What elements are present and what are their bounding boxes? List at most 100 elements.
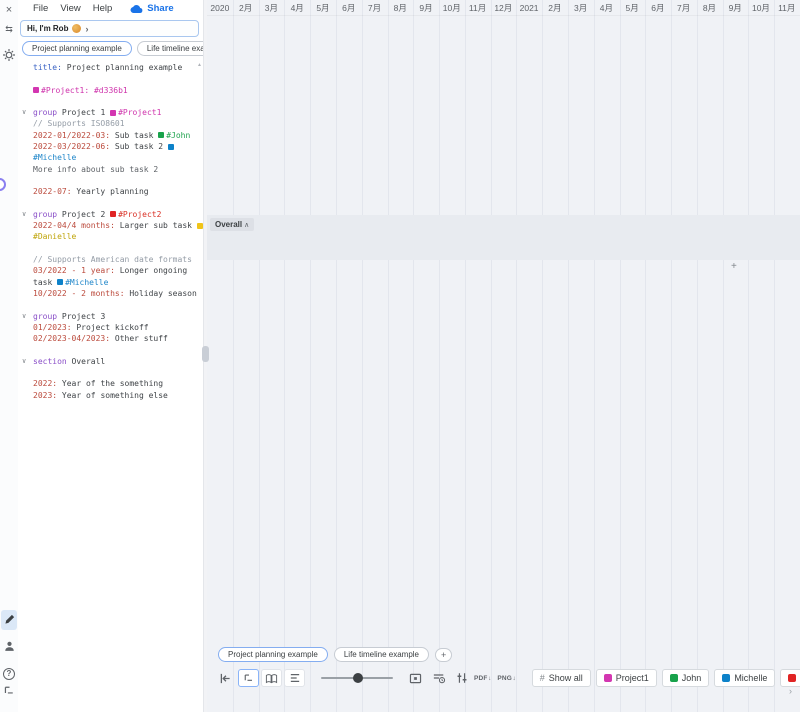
edit-pencil-icon[interactable] bbox=[1, 610, 17, 630]
tab-project-planning-example[interactable]: Project planning example bbox=[218, 647, 328, 662]
code-token: // Supports ISO8601 bbox=[33, 119, 125, 128]
code-token: group bbox=[33, 108, 62, 117]
peek-avatar-badge[interactable] bbox=[0, 178, 6, 191]
view-timeline-button[interactable] bbox=[238, 669, 259, 687]
month-label: 3月 bbox=[568, 0, 594, 15]
question-mark-glyph: ? bbox=[3, 668, 15, 680]
app-window: × ⇆ ? bbox=[0, 0, 800, 712]
editor-line[interactable] bbox=[18, 96, 203, 107]
editor-line[interactable]: 2022: Year of the something bbox=[18, 378, 203, 389]
menu-item-view[interactable]: View bbox=[60, 3, 80, 14]
download-pdf-button[interactable]: PDF↓ bbox=[474, 675, 491, 682]
editor-line[interactable] bbox=[18, 175, 203, 186]
tab-life-timeline-example[interactable]: Life timeline example bbox=[137, 41, 203, 56]
grid-line bbox=[516, 0, 517, 712]
timeline-document-tabs: Project planning example Life timeline ex… bbox=[218, 647, 452, 662]
month-label: 2月 bbox=[542, 0, 568, 15]
editor-line[interactable]: ∨group Project 1 #Project1 bbox=[18, 107, 203, 118]
outline-tree-icon[interactable] bbox=[0, 684, 18, 697]
tag-color-swatch bbox=[197, 223, 203, 229]
view-map-button[interactable] bbox=[261, 669, 282, 687]
divider-drag-handle[interactable] bbox=[202, 346, 209, 362]
grid-line bbox=[594, 0, 595, 712]
editor-line[interactable] bbox=[18, 367, 203, 378]
document-tabs: Project planning example Life timeline ex… bbox=[22, 41, 203, 56]
editor-line[interactable] bbox=[18, 299, 203, 310]
tab-life-timeline-example[interactable]: Life timeline example bbox=[334, 647, 429, 662]
legend-show-all[interactable]: #Show all bbox=[532, 669, 591, 687]
grid-line bbox=[697, 0, 698, 712]
scroll-right-arrow[interactable]: › bbox=[789, 686, 792, 696]
editor-line[interactable]: 02/2023-04/2023: Other stuff bbox=[18, 333, 203, 344]
editor-line[interactable] bbox=[18, 344, 203, 355]
editor-line[interactable]: #Danielle bbox=[18, 231, 203, 242]
filter-untagged-button[interactable] bbox=[428, 669, 449, 687]
editor-line[interactable]: 2022-01/2022-03: Sub task #John bbox=[18, 130, 203, 141]
editor-line[interactable]: 03/2022 - 1 year: Longer ongoing bbox=[18, 265, 203, 276]
editor-line[interactable] bbox=[18, 243, 203, 254]
month-label: 11月 bbox=[774, 0, 800, 15]
go-to-start-button[interactable] bbox=[215, 669, 236, 687]
legend-john[interactable]: John bbox=[662, 669, 710, 687]
editor-line[interactable]: title: Project planning example bbox=[18, 62, 203, 73]
download-icon: ↓ bbox=[488, 676, 491, 682]
menu-item-help[interactable]: Help bbox=[93, 3, 113, 14]
download-png-button[interactable]: PNG↓ bbox=[497, 675, 515, 682]
tab-project-planning-example[interactable]: Project planning example bbox=[22, 41, 132, 56]
month-label: 2月 bbox=[233, 0, 259, 15]
code-token: 2022-04/4 months: bbox=[33, 221, 115, 230]
editor-line[interactable]: task #Michelle bbox=[18, 277, 203, 288]
view-list-button[interactable] bbox=[284, 669, 305, 687]
editor-line[interactable]: 2022-03/2022-06: Sub task 2 bbox=[18, 141, 203, 152]
legend-project1[interactable]: Project1 bbox=[596, 669, 657, 687]
code-token: #Michelle bbox=[33, 153, 76, 162]
editor-line[interactable] bbox=[18, 198, 203, 209]
legend-project2[interactable]: Project2 bbox=[780, 669, 800, 687]
chevron-down-icon[interactable]: ∨ bbox=[22, 311, 26, 322]
share-button[interactable]: Share bbox=[130, 3, 173, 14]
editor-line[interactable]: 2022-07: Yearly planning bbox=[18, 186, 203, 197]
grid-line bbox=[568, 0, 569, 712]
close-icon[interactable]: × bbox=[0, 4, 18, 16]
zoom-slider[interactable] bbox=[321, 669, 393, 687]
month-label: 4月 bbox=[593, 0, 619, 15]
editor-line[interactable]: // Supports ISO8601 bbox=[18, 118, 203, 129]
code-token: 2022-03/2022-06: bbox=[33, 142, 110, 151]
profile-icon[interactable] bbox=[0, 640, 18, 653]
editor-line[interactable] bbox=[18, 73, 203, 84]
editor-line[interactable]: 2022-04/4 months: Larger sub task bbox=[18, 220, 203, 231]
timeline-view[interactable]: Overall∧ 20202月3月4月5月6月7月8月9月10月11月12月20… bbox=[207, 0, 800, 712]
editor-line[interactable]: 10/2022 - 2 months: Holiday season bbox=[18, 288, 203, 299]
gear-icon[interactable] bbox=[0, 48, 18, 62]
editor-line[interactable]: #Michelle bbox=[18, 152, 203, 163]
panel-resize-divider[interactable] bbox=[203, 0, 207, 712]
editor-line[interactable]: ∨group Project 2 #Project2 bbox=[18, 209, 203, 220]
editor-line[interactable]: 01/2023: Project kickoff bbox=[18, 322, 203, 333]
assistant-input[interactable]: Hi, I'm Rob › bbox=[20, 20, 199, 37]
chevron-down-icon[interactable]: ∨ bbox=[22, 107, 26, 118]
editor-line[interactable]: 2023: Year of something else bbox=[18, 390, 203, 401]
undo-redo-icon[interactable]: ⇆ bbox=[0, 24, 18, 35]
chevron-down-icon[interactable]: ∨ bbox=[22, 209, 26, 220]
section-overall-chip[interactable]: Overall∧ bbox=[210, 218, 254, 231]
section-label: Overall bbox=[215, 220, 242, 229]
add-event-plus-icon[interactable]: + bbox=[731, 261, 737, 272]
editor-line[interactable]: // Supports American date formats bbox=[18, 254, 203, 265]
overall-section-band: Overall∧ bbox=[207, 215, 800, 260]
markwhen-code-editor[interactable]: title: Project planning example #Project1… bbox=[18, 62, 203, 712]
autocenter-button[interactable] bbox=[405, 669, 426, 687]
editor-line[interactable]: ∨section Overall bbox=[18, 356, 203, 367]
editor-line[interactable]: More info about sub task 2 bbox=[18, 164, 203, 175]
editor-line[interactable]: ∨group Project 3 bbox=[18, 311, 203, 322]
menu-item-file[interactable]: File bbox=[33, 3, 48, 14]
add-tab-button[interactable]: + bbox=[435, 648, 452, 662]
legend-michelle[interactable]: Michelle bbox=[714, 669, 775, 687]
chevron-down-icon[interactable]: ∨ bbox=[22, 356, 26, 367]
settings-sliders-icon[interactable] bbox=[451, 669, 472, 687]
code-token: // Supports American date formats bbox=[33, 255, 192, 264]
zoom-slider-thumb[interactable] bbox=[353, 673, 363, 683]
editor-line[interactable]: #Project1: #d336b1 bbox=[18, 85, 203, 96]
grid-line bbox=[542, 0, 543, 712]
help-icon[interactable]: ? bbox=[0, 663, 18, 681]
editor-scroll-up-arrow[interactable]: ▲ bbox=[197, 62, 202, 68]
